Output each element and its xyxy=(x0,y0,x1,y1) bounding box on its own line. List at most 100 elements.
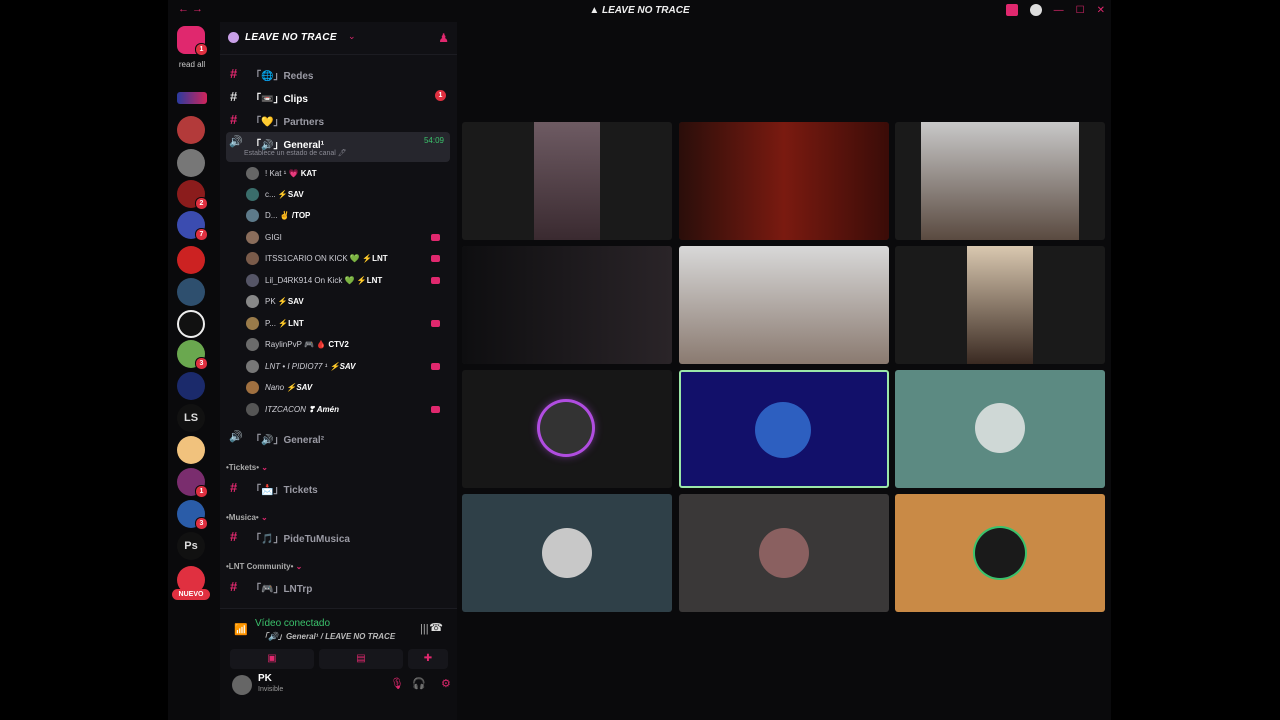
voice-user[interactable]: Lil_D4RK914 On Kick 💚 ⚡LNT xyxy=(242,271,444,291)
server-badge: 3 xyxy=(195,357,208,370)
voice-user[interactable]: ITZCACON ❣ Amén xyxy=(242,400,444,420)
channel-name: 「📩」Tickets xyxy=(251,485,318,496)
screen-share-button[interactable]: ▤ xyxy=(319,649,403,669)
video-tile[interactable] xyxy=(679,122,889,240)
inbox-icon[interactable] xyxy=(1005,4,1018,16)
video-tile[interactable] xyxy=(462,370,672,488)
maximize-button[interactable]: ☐ xyxy=(1076,5,1085,16)
video-tile[interactable] xyxy=(462,122,672,240)
camera-feed xyxy=(921,122,1079,240)
voice-user[interactable]: P... ⚡LNT xyxy=(242,314,444,334)
server-icon-9[interactable]: 3 xyxy=(177,340,208,370)
server-badge-icon xyxy=(228,32,239,43)
channel-status-hint[interactable]: Establece un estado de canal 🖊 xyxy=(244,149,347,157)
category-musica[interactable]: •Musica• ⌄ xyxy=(226,513,268,522)
voice-user[interactable]: ITSS1CARIO ON KICK 💚 ⚡LNT xyxy=(242,249,444,269)
video-tile[interactable] xyxy=(895,122,1105,240)
channel-name: 「🎮」LNTrp xyxy=(251,584,313,595)
camera-feed xyxy=(679,246,889,364)
home-button[interactable]: 1 xyxy=(177,26,208,56)
avatar[interactable] xyxy=(232,675,252,695)
video-tile[interactable] xyxy=(679,246,889,364)
avatar xyxy=(246,403,259,416)
voice-user[interactable]: RaylinPvP 🎮 🩸 CTV2 xyxy=(242,335,444,355)
category-tickets[interactable]: •Tickets• ⌄ xyxy=(226,463,268,472)
microphone-icon[interactable]: 🎙 xyxy=(390,677,404,690)
channel-name: 「📼」Clips xyxy=(251,94,308,105)
voice-user[interactable]: Nano ⚡SAV xyxy=(242,378,444,398)
voice-user[interactable]: LNT • I PIDIO77 ¹ ⚡SAV xyxy=(242,357,444,377)
avatar xyxy=(246,295,259,308)
video-tile[interactable] xyxy=(462,494,672,612)
video-tile[interactable] xyxy=(462,246,672,364)
video-tile-speaking[interactable] xyxy=(679,370,889,488)
channel-clips[interactable]: # 「📼」Clips 1 xyxy=(226,86,450,106)
server-icon-3[interactable] xyxy=(177,149,205,177)
disconnect-icon[interactable]: ☎ xyxy=(429,621,443,634)
server-icon-2[interactable] xyxy=(177,116,205,144)
title-bar: ← → ▲ LEAVE NO TRACE — ☐ ✕ xyxy=(168,0,1111,22)
video-tile[interactable] xyxy=(679,494,889,612)
video-tile[interactable] xyxy=(895,246,1105,364)
server-icon-6[interactable] xyxy=(177,246,205,274)
server-icon-4[interactable]: 2 xyxy=(177,180,208,210)
avatar xyxy=(246,231,259,244)
noise-suppression-icon[interactable]: ||| xyxy=(420,623,429,635)
avatar xyxy=(542,528,592,578)
category-community[interactable]: •LNT Community• ⌄ xyxy=(226,562,302,571)
server-header[interactable]: LEAVE NO TRACE ⌄ ♟ xyxy=(220,22,457,55)
live-video-icon xyxy=(431,363,440,370)
server-icon-ps[interactable]: Ps xyxy=(177,532,205,560)
close-button[interactable]: ✕ xyxy=(1097,5,1105,16)
user-tag: 💗 KAT xyxy=(288,169,317,178)
minimize-button[interactable]: — xyxy=(1054,5,1064,16)
avatar xyxy=(246,317,259,330)
voice-user[interactable]: ! Kat ¹ 💗 KAT xyxy=(242,164,444,184)
video-tile[interactable] xyxy=(895,370,1105,488)
channel-tickets[interactable]: # 「📩」Tickets xyxy=(226,477,450,497)
channel-general2[interactable]: 🔊 「🔊」General² xyxy=(226,427,450,447)
gear-icon[interactable]: ⚙ xyxy=(441,677,451,690)
video-tile[interactable] xyxy=(895,494,1105,612)
user-tag: ❣ Amén xyxy=(308,405,339,414)
voice-user[interactable]: PK ⚡SAV xyxy=(242,292,444,312)
read-all-label[interactable]: read all xyxy=(168,60,216,69)
signal-icon[interactable]: 📶 xyxy=(234,623,248,636)
server-icon-ls[interactable]: LS xyxy=(177,404,205,432)
voice-panel: 📶 Vídeo conectado 「🔊」General¹ / LEAVE NO… xyxy=(220,608,457,720)
avatar xyxy=(246,209,259,222)
server-icon-11[interactable] xyxy=(177,436,205,464)
voice-channel-label[interactable]: 「🔊」General¹ / LEAVE NO TRACE xyxy=(260,631,395,642)
window-title: ▲ LEAVE NO TRACE xyxy=(589,5,690,16)
server-icon-13[interactable]: 3 xyxy=(177,500,208,530)
add-member-icon[interactable]: ♟ xyxy=(438,31,449,45)
avatar xyxy=(246,274,259,287)
activities-button[interactable]: ✚ xyxy=(408,649,448,669)
camera-feed xyxy=(967,246,1033,364)
avatar xyxy=(246,360,259,373)
channel-redes[interactable]: # 「🌐」Redes xyxy=(226,63,450,83)
server-icon-5[interactable]: 7 xyxy=(177,211,208,241)
help-icon[interactable] xyxy=(1029,4,1042,16)
voice-user[interactable]: GIGI xyxy=(242,228,444,248)
channel-pidetumusica[interactable]: # 「🎵」PideTuMusica xyxy=(226,526,450,546)
server-badge: 3 xyxy=(195,517,208,530)
channel-partners[interactable]: # 「💛」Partners xyxy=(226,109,450,129)
voice-user[interactable]: D... ✌ /TOP xyxy=(242,206,444,226)
server-icon-1[interactable] xyxy=(177,92,207,104)
camera-button[interactable]: ▣ xyxy=(230,649,314,669)
server-icon-8[interactable] xyxy=(177,310,205,338)
hash-icon: # xyxy=(230,529,238,544)
server-icon-12[interactable]: 1 xyxy=(177,468,208,498)
server-icon-7[interactable] xyxy=(177,278,205,306)
channel-general[interactable]: 🔊 「🔊」General¹ 54:09 Establece un estado … xyxy=(226,132,450,162)
voice-user[interactable]: c... ⚡SAV xyxy=(242,185,444,205)
chevron-icon: ⌄ xyxy=(260,513,268,522)
avatar xyxy=(246,188,259,201)
server-icon-10[interactable] xyxy=(177,372,205,400)
channel-lntrp[interactable]: # 「🎮」LNTrp xyxy=(226,576,450,596)
user-tag: ⚡SAV xyxy=(329,362,356,371)
headphones-icon[interactable]: 🎧 xyxy=(412,677,426,690)
avatar xyxy=(975,403,1025,453)
speaker-icon: 🔊 xyxy=(229,431,243,443)
